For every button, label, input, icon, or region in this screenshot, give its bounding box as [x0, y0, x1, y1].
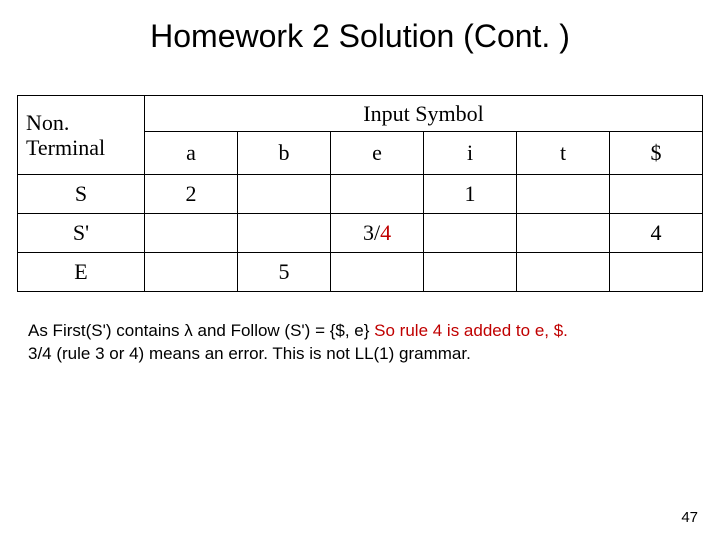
cell-S-a: 2	[145, 175, 238, 214]
cell-S-dollar	[610, 175, 703, 214]
header-nonterminal: Non. Terminal	[18, 96, 145, 175]
note-line1b: So rule 4 is added to e, $.	[374, 321, 568, 340]
header-input-symbol: Input Symbol	[145, 96, 703, 132]
cell-S-b	[238, 175, 331, 214]
col-b: b	[238, 132, 331, 175]
note-line1a: As First(S') contains λ and Follow (S') …	[28, 321, 374, 340]
table-row: E 5	[18, 253, 703, 292]
cell-Sp-e-err: 4	[380, 220, 391, 245]
cell-Sp-e-pre: 3/	[363, 220, 380, 245]
col-a: a	[145, 132, 238, 175]
slide-title: Homework 2 Solution (Cont. )	[0, 0, 720, 95]
cell-Sp-dollar: 4	[610, 214, 703, 253]
col-t: t	[517, 132, 610, 175]
table-row: S 2 1	[18, 175, 703, 214]
row-label-E: E	[18, 253, 145, 292]
col-dollar: $	[610, 132, 703, 175]
cell-E-t	[517, 253, 610, 292]
col-i: i	[424, 132, 517, 175]
page-number: 47	[681, 509, 698, 526]
cell-E-dollar	[610, 253, 703, 292]
cell-S-e	[331, 175, 424, 214]
row-label-Sp: S'	[18, 214, 145, 253]
cell-S-i: 1	[424, 175, 517, 214]
explanation-text: As First(S') contains λ and Follow (S') …	[0, 292, 720, 366]
cell-E-a	[145, 253, 238, 292]
header-nt-line2: Terminal	[26, 135, 105, 160]
col-e: e	[331, 132, 424, 175]
cell-E-e	[331, 253, 424, 292]
cell-E-b: 5	[238, 253, 331, 292]
cell-Sp-i	[424, 214, 517, 253]
row-label-S: S	[18, 175, 145, 214]
cell-Sp-b	[238, 214, 331, 253]
cell-Sp-a	[145, 214, 238, 253]
header-nt-line1: Non.	[26, 110, 69, 135]
note-line2: 3/4 (rule 3 or 4) means an error. This i…	[28, 344, 471, 363]
cell-Sp-e: 3/4	[331, 214, 424, 253]
cell-S-t	[517, 175, 610, 214]
parse-table: Non. Terminal Input Symbol a b e i t $ S…	[17, 95, 703, 292]
cell-Sp-t	[517, 214, 610, 253]
table-row: S' 3/4 4	[18, 214, 703, 253]
cell-E-i	[424, 253, 517, 292]
